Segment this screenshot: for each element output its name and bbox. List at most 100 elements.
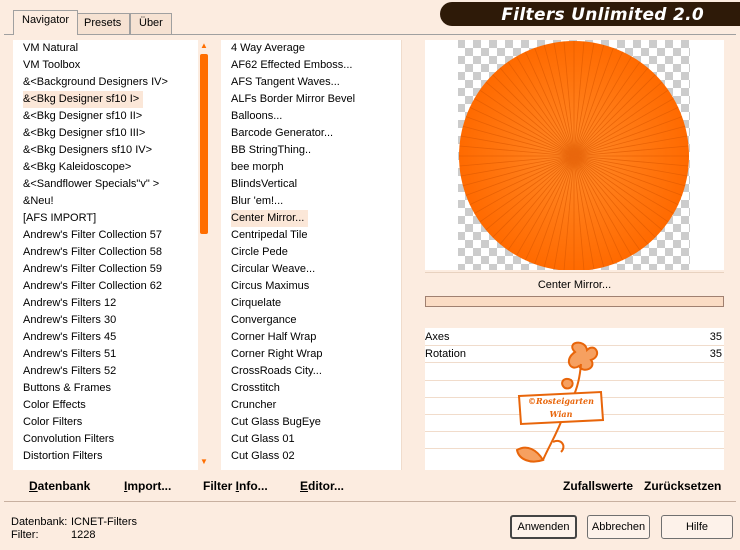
zuruecksetzen-button[interactable]: Zurücksetzen bbox=[644, 479, 721, 493]
category-item-label: Color Effects bbox=[23, 399, 86, 411]
category-item[interactable]: Convolution Filters bbox=[23, 431, 198, 448]
filter-item[interactable]: Balloons... bbox=[231, 108, 401, 125]
filter-item[interactable]: Corner Half Wrap bbox=[231, 329, 401, 346]
tab-navigator[interactable]: Navigator bbox=[13, 10, 79, 35]
param-axes-label: Axes bbox=[425, 331, 450, 343]
filter-item[interactable]: BlindsVertical bbox=[231, 176, 401, 193]
scroll-down-icon[interactable]: ▼ bbox=[198, 456, 210, 468]
import-label: mport... bbox=[127, 479, 172, 493]
filter-item[interactable]: Cut Glass 02 bbox=[231, 448, 401, 465]
param-axes-value[interactable]: 35 bbox=[710, 329, 722, 346]
filter-item-label: BlindsVertical bbox=[231, 178, 298, 190]
category-item[interactable]: Andrew's Filters 52 bbox=[23, 363, 198, 380]
category-item[interactable]: &<Bkg Designers sf10 IV> bbox=[23, 142, 198, 159]
filter-scrollbar[interactable] bbox=[401, 40, 417, 470]
datenbank-label: atenbank bbox=[37, 479, 91, 493]
category-item[interactable]: &Neu! bbox=[23, 193, 198, 210]
filter-item[interactable]: Circular Weave... bbox=[231, 261, 401, 278]
category-item-label: &<Bkg Designer sf10 II> bbox=[23, 110, 143, 122]
category-item-label: &<Bkg Kaleidoscope> bbox=[23, 161, 132, 173]
filter-item[interactable]: Circle Pede bbox=[231, 244, 401, 261]
category-scrollbar[interactable]: ▲ ▼ bbox=[198, 40, 210, 470]
filter-item[interactable]: 4 Way Average bbox=[231, 40, 401, 57]
category-item[interactable]: &<Bkg Designer sf10 II> bbox=[23, 108, 198, 125]
filter-item[interactable]: Cirquelate bbox=[231, 295, 401, 312]
flower-watermark: ©Rosteigarten Wian bbox=[515, 341, 605, 463]
abbrechen-button[interactable]: Abbrechen bbox=[587, 515, 650, 539]
category-list[interactable]: VM Natural VM Toolbox &<Background Designe… bbox=[13, 40, 198, 470]
category-item-label: &<Background Designers IV> bbox=[23, 76, 168, 88]
filter-item[interactable]: AFS Tangent Waves... bbox=[231, 74, 401, 91]
category-item[interactable]: Andrew's Filters 12 bbox=[23, 295, 198, 312]
category-item[interactable]: Andrew's Filters 51 bbox=[23, 346, 198, 363]
filter-item[interactable]: Convergance bbox=[231, 312, 401, 329]
editor-button[interactable]: Editor... bbox=[300, 479, 344, 493]
filter-item[interactable]: Barcode Generator... bbox=[231, 125, 401, 142]
filter-list[interactable]: 4 Way Average AF62 Effected Emboss... AFS … bbox=[221, 40, 401, 470]
filter-item[interactable]: Cut Glass 01 bbox=[231, 431, 401, 448]
filter-item-label: Balloons... bbox=[231, 110, 283, 122]
filter-item-label: Centripedal Tile bbox=[231, 229, 308, 241]
filter-info-prefix: Filter bbox=[203, 479, 236, 493]
filter-item[interactable]: Center Mirror... bbox=[231, 210, 401, 227]
zufallswerte-button[interactable]: Zufallswerte bbox=[563, 479, 633, 493]
category-item[interactable]: [AFS IMPORT] bbox=[23, 210, 198, 227]
filter-item-label: Cut Glass BugEye bbox=[231, 416, 321, 428]
filter-item-label: Cut Glass 01 bbox=[231, 433, 295, 445]
category-item[interactable]: &<Sandflower Specials"v" > bbox=[23, 176, 198, 193]
watermark-line-1: ©Rosteigarten bbox=[528, 396, 594, 406]
filter-item[interactable]: BB StringThing.. bbox=[231, 142, 401, 159]
filter-info-label: nfo... bbox=[239, 479, 268, 493]
filter-item[interactable]: Centripedal Tile bbox=[231, 227, 401, 244]
category-item[interactable]: VM Toolbox bbox=[23, 57, 198, 74]
category-item[interactable]: &<Bkg Kaleidoscope> bbox=[23, 159, 198, 176]
status-filter-label: Filter: bbox=[11, 529, 39, 541]
filter-item[interactable]: Cut Glass BugEye bbox=[231, 414, 401, 431]
category-item[interactable]: Color Effects bbox=[23, 397, 198, 414]
filter-item-label: 4 Way Average bbox=[231, 42, 305, 54]
category-item[interactable]: Color Filters bbox=[23, 414, 198, 431]
category-item-label: Color Filters bbox=[23, 416, 83, 428]
tab-presets[interactable]: Presets bbox=[75, 13, 131, 34]
category-item[interactable]: &<Background Designers IV> bbox=[23, 74, 198, 91]
category-item-label: Andrew's Filters 52 bbox=[23, 365, 117, 377]
filter-item[interactable]: Circus Maximus bbox=[231, 278, 401, 295]
category-item[interactable]: Andrew's Filters 45 bbox=[23, 329, 198, 346]
filter-item-label: Crosstitch bbox=[231, 382, 280, 394]
category-scroll-thumb[interactable] bbox=[200, 54, 208, 234]
tab-ueber[interactable]: Über bbox=[130, 13, 172, 34]
scroll-up-icon[interactable]: ▲ bbox=[198, 40, 210, 52]
param-rotation-label: Rotation bbox=[425, 348, 466, 360]
filter-item[interactable]: Cruncher bbox=[231, 397, 401, 414]
editor-label: ditor... bbox=[308, 479, 345, 493]
category-item[interactable]: Andrew's Filter Collection 62 bbox=[23, 278, 198, 295]
category-item[interactable]: VM Natural bbox=[23, 40, 198, 57]
category-item[interactable]: Andrew's Filter Collection 57 bbox=[23, 227, 198, 244]
datenbank-button[interactable]: Datenbank bbox=[29, 479, 90, 493]
filter-item-label: Center Mirror... bbox=[231, 210, 309, 227]
param-rotation-value[interactable]: 35 bbox=[710, 346, 722, 363]
filter-item[interactable]: Blur 'em!... bbox=[231, 193, 401, 210]
category-item-label: &<Sandflower Specials"v" > bbox=[23, 178, 160, 190]
import-button[interactable]: Import... bbox=[124, 479, 171, 493]
hilfe-button[interactable]: Hilfe bbox=[661, 515, 733, 539]
category-item-label: Andrew's Filter Collection 57 bbox=[23, 229, 163, 241]
watermark-logo: ©Rosteigarten Wian bbox=[505, 338, 615, 470]
filter-item[interactable]: Crosstitch bbox=[231, 380, 401, 397]
category-item[interactable]: &<Bkg Designer sf10 I> bbox=[23, 91, 198, 108]
category-item[interactable]: Andrew's Filter Collection 59 bbox=[23, 261, 198, 278]
category-item[interactable]: Andrew's Filters 30 bbox=[23, 312, 198, 329]
filter-item[interactable]: ALFs Border Mirror Bevel bbox=[231, 91, 401, 108]
anwenden-button[interactable]: Anwenden bbox=[510, 515, 577, 539]
filter-item[interactable]: Corner Right Wrap bbox=[231, 346, 401, 363]
filter-info-button[interactable]: Filter Info... bbox=[203, 479, 268, 493]
category-item-label: Convolution Filters bbox=[23, 433, 115, 445]
filter-item[interactable]: CrossRoads City... bbox=[231, 363, 401, 380]
category-item[interactable]: Buttons & Frames bbox=[23, 380, 198, 397]
category-item[interactable]: &<Bkg Designer sf10 III> bbox=[23, 125, 198, 142]
filter-item-label: Corner Right Wrap bbox=[231, 348, 323, 360]
filter-item[interactable]: AF62 Effected Emboss... bbox=[231, 57, 401, 74]
category-item[interactable]: Andrew's Filter Collection 58 bbox=[23, 244, 198, 261]
category-item[interactable]: Distortion Filters bbox=[23, 448, 198, 465]
filter-item[interactable]: bee morph bbox=[231, 159, 401, 176]
